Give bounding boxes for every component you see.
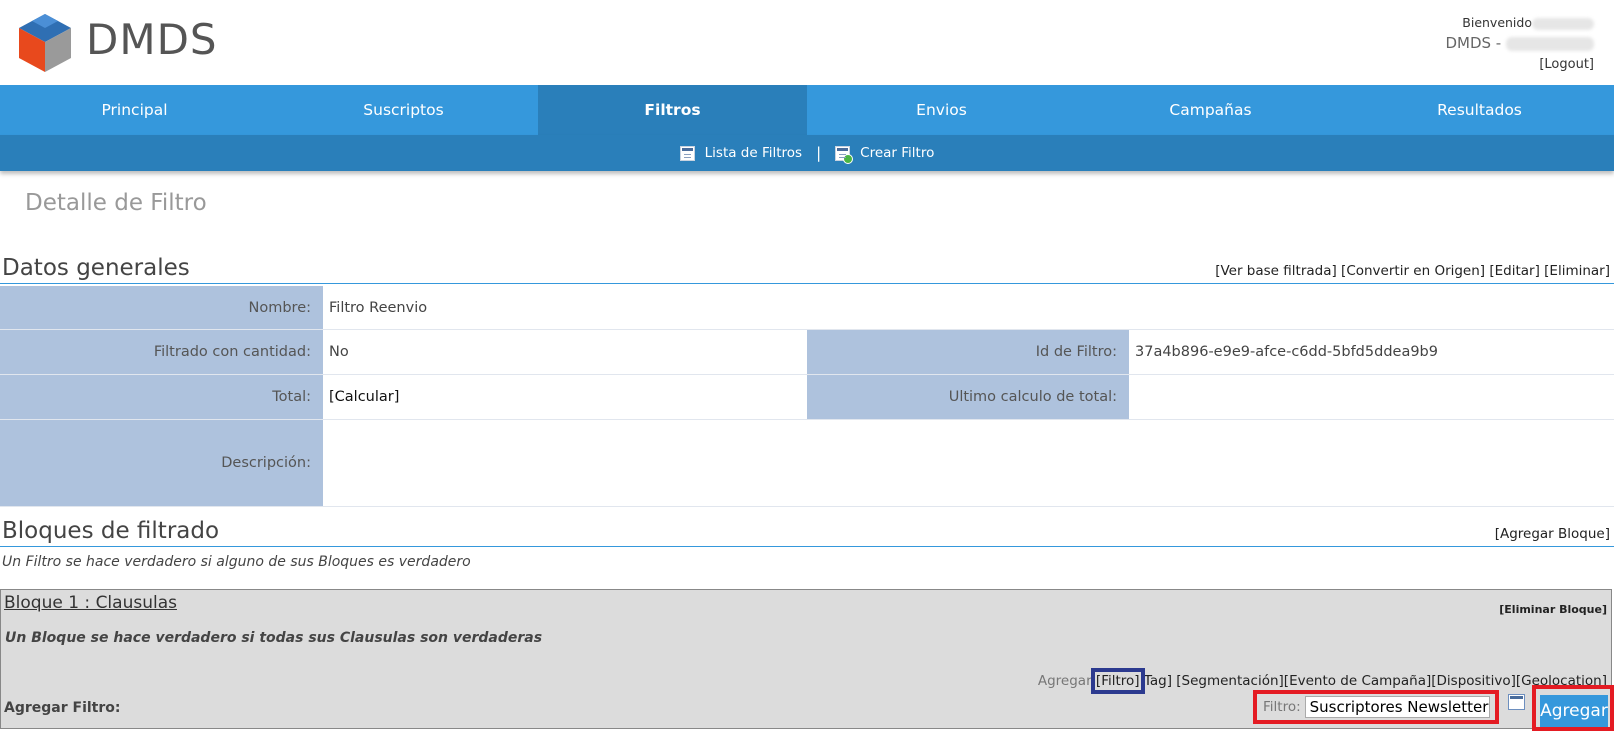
id-label: Id de Filtro: <box>807 330 1129 374</box>
ultimo-calculo-value <box>1129 375 1614 419</box>
dmds-logo-icon <box>19 14 71 72</box>
general-actions[interactable]: [Ver base filtrada] [Convertir en Origen… <box>1215 263 1610 279</box>
nav-resultados[interactable]: Resultados <box>1345 85 1614 135</box>
total-label: Total: <box>0 375 323 419</box>
row-total: Total: [Calcular] Ultimo calculo de tota… <box>0 375 1614 420</box>
general-section-title: Datos generales <box>2 255 190 281</box>
calcular-link[interactable]: [Calcular] <box>323 375 807 419</box>
page-title: Detalle de Filtro <box>25 190 207 216</box>
user-name-redacted <box>1532 17 1594 30</box>
crear-filtro-link[interactable]: Crear Filtro <box>835 145 934 164</box>
id-value: 37a4b896-e9e9-afce-c6dd-5bfd5ddea9b9 <box>1135 344 1438 360</box>
general-section-header: Datos generales [Ver base filtrada] [Con… <box>0 252 1614 284</box>
bloque-1: Bloque 1 : Clausulas [Eliminar Bloque] U… <box>0 589 1614 731</box>
bloques-section-title: Bloques de filtrado <box>2 518 220 544</box>
header: DMDS Bienvenido DMDS - [Logout] <box>0 0 1614 85</box>
nav-campanas[interactable]: Campañas <box>1076 85 1345 135</box>
bloques-section-header: Bloques de filtrado [Agregar Bloque] <box>0 515 1614 547</box>
agregar-bloque-link[interactable]: [Agregar Bloque] <box>1495 526 1610 542</box>
nav-suscriptos[interactable]: Suscriptos <box>269 85 538 135</box>
row-descripcion: Descripción: <box>0 420 1614 507</box>
account-prefix: DMDS - <box>1445 34 1502 52</box>
agregar-button[interactable]: Agregar <box>1540 695 1608 727</box>
descripcion-value <box>323 420 1614 506</box>
bloque-description: Un Bloque se hace verdadero si todas sus… <box>5 630 543 646</box>
nav-principal[interactable]: Principal <box>0 85 269 135</box>
brand-name: DMDS <box>86 15 218 64</box>
subnav-separator: | <box>816 144 822 162</box>
nombre-value: Filtro Reenvio <box>329 299 428 316</box>
user-box: Bienvenido DMDS - [Logout] <box>1445 13 1594 75</box>
filter-input[interactable]: Suscriptores Newsletter <box>1304 696 1490 718</box>
nombre-label: Nombre: <box>0 286 323 329</box>
nav-filtros[interactable]: Filtros <box>538 85 807 135</box>
cantidad-label: Filtrado con cantidad: <box>0 330 323 374</box>
cantidad-value: No <box>329 344 349 360</box>
nav-envios[interactable]: Envios <box>807 85 1076 135</box>
eliminar-bloque-link[interactable]: [Eliminar Bloque] <box>1499 603 1607 616</box>
row-cantidad: Filtrado con cantidad: No Id de Filtro: … <box>0 330 1614 375</box>
agregar-filtro-label: Agregar Filtro: <box>4 700 121 716</box>
main-nav: Principal Suscriptos Filtros Envios Camp… <box>0 85 1614 135</box>
row-nombre: Nombre: Filtro Reenvio <box>0 286 1614 330</box>
bloques-intro: Un Filtro se hace verdadero si alguno de… <box>2 554 471 570</box>
welcome-text: Bienvenido <box>1462 15 1532 30</box>
lista-filtros-link[interactable]: Lista de Filtros <box>679 145 802 161</box>
general-data-grid: Nombre: Filtro Reenvio Filtrado con cant… <box>0 286 1614 507</box>
option-filtro[interactable]: [Filtro] <box>1090 668 1145 694</box>
filter-label: Filtro: <box>1263 699 1301 715</box>
list-icon <box>679 145 695 161</box>
logout-link[interactable]: [Logout] <box>1445 55 1594 75</box>
account-name-redacted <box>1506 36 1594 51</box>
agregar-options: Agregar [Filtro] Tag] [Segmentación][Eve… <box>1037 668 1607 694</box>
add-list-icon <box>835 145 854 164</box>
descripcion-label: Descripción: <box>0 420 323 506</box>
add-button-highlight: Agregar <box>1532 685 1614 731</box>
filter-field-highlight: Filtro: Suscriptores Newsletter <box>1253 690 1499 724</box>
agregar-prefix: Agregar <box>1037 673 1092 689</box>
ultimo-calculo-label: Ultimo calculo de total: <box>807 375 1129 419</box>
bloque-title[interactable]: Bloque 1 : Clausulas <box>4 593 177 613</box>
lookup-list-icon[interactable] <box>1508 694 1525 710</box>
sub-nav: Lista de Filtros | Crear Filtro <box>0 135 1614 171</box>
